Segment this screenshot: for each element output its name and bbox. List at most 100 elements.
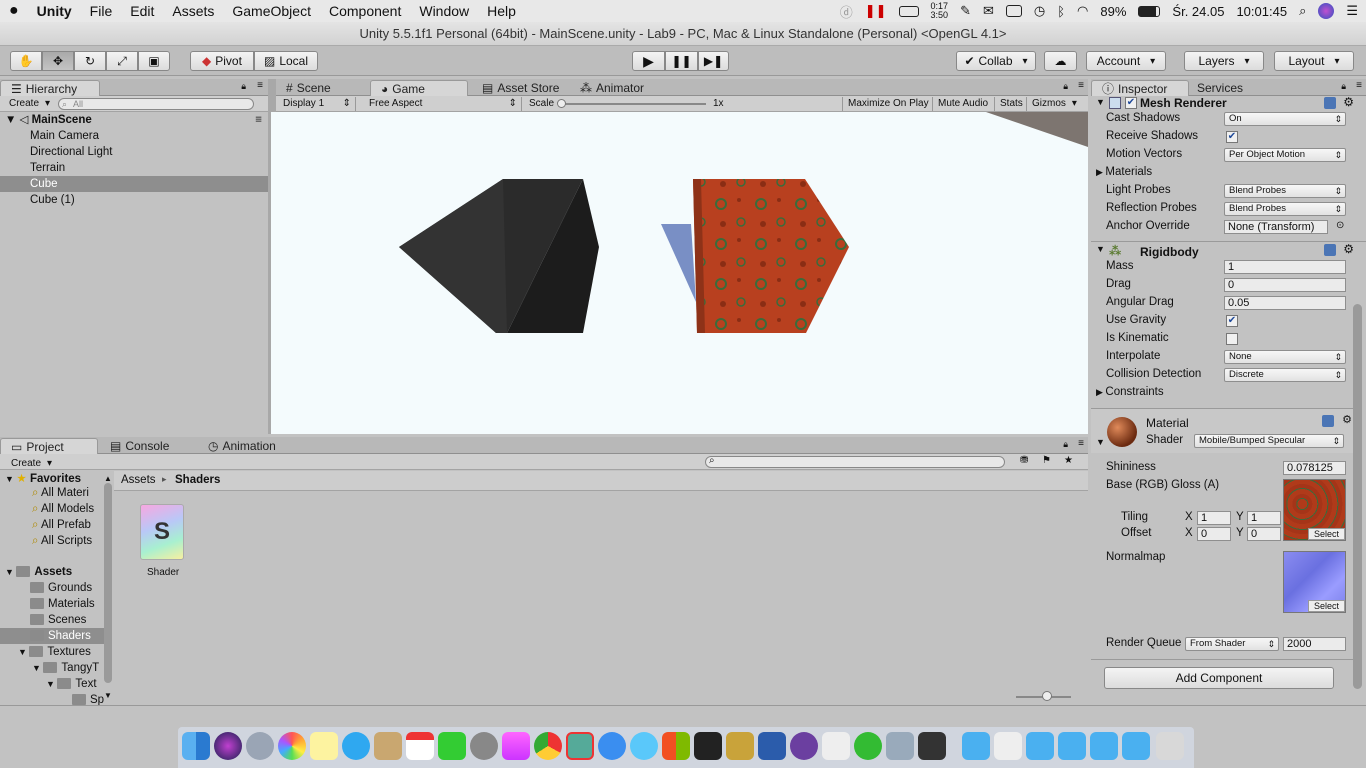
scene-root-row[interactable]: ▼ ◁ MainScene ≡ (0, 112, 268, 128)
folder-materials[interactable]: Materials (30, 596, 95, 612)
inspector-scrollbar[interactable] (1353, 304, 1362, 689)
offset-y-field[interactable]: 0 (1247, 527, 1281, 541)
angular-drag-field[interactable]: 0.05 (1224, 296, 1346, 310)
favorite-all-prefabs[interactable]: ⌕ All Prefab (32, 517, 91, 533)
expand-arrow-icon[interactable]: ▼ (5, 114, 16, 126)
github-icon[interactable] (790, 732, 818, 760)
applications-folder-icon[interactable] (962, 732, 990, 760)
filter-by-label-icon[interactable]: ⚑ (1042, 455, 1051, 466)
windows-icon[interactable] (662, 732, 690, 760)
status-brush-icon[interactable]: ✎ (960, 3, 971, 19)
project-create-dropdown[interactable]: Create (6, 457, 57, 471)
preview-icon[interactable] (886, 732, 914, 760)
app-store-icon[interactable] (598, 732, 626, 760)
hierarchy-item-main-camera[interactable]: Main Camera (30, 128, 99, 144)
local-toggle[interactable]: ▨ Local (254, 51, 318, 71)
interpolate-dropdown[interactable]: None (1224, 350, 1346, 364)
mesh-renderer-enabled-checkbox[interactable]: ✔ (1125, 97, 1137, 109)
light-probes-dropdown[interactable]: Blend Probes (1224, 184, 1346, 198)
launchpad-icon[interactable] (246, 732, 274, 760)
apple-menu-icon[interactable]: ● (0, 0, 28, 22)
system-preferences-icon[interactable] (470, 732, 498, 760)
terminal-icon[interactable] (694, 732, 722, 760)
favorites-star-icon[interactable]: ★ (1064, 455, 1073, 466)
downloads-folder-icon[interactable] (1122, 732, 1150, 760)
maximize-on-play-toggle[interactable]: Maximize On Play (842, 97, 934, 111)
tiling-y-field[interactable]: 1 (1247, 511, 1281, 525)
folder-icon[interactable] (1026, 732, 1054, 760)
spotlight-search-icon[interactable]: ⌕ (1299, 3, 1306, 19)
cloud-button[interactable]: ☁ (1044, 51, 1077, 71)
hand-tool-icon[interactable]: ✋ (10, 51, 42, 71)
favorite-all-scripts[interactable]: ⌕ All Scripts (32, 533, 92, 549)
siri-icon[interactable] (214, 732, 242, 760)
lock-icon[interactable]: 🔒︎ (1341, 81, 1346, 92)
menu-edit[interactable]: Edit (121, 0, 163, 22)
contacts-icon[interactable] (374, 732, 402, 760)
hierarchy-item-terrain[interactable]: Terrain (30, 160, 65, 176)
status-screen-icon[interactable] (1005, 5, 1022, 17)
documents-stack-icon[interactable] (994, 732, 1022, 760)
itunes-icon[interactable] (502, 732, 530, 760)
folder-grounds[interactable]: Grounds (30, 580, 92, 596)
collab-dropdown[interactable]: ✔ Collab (956, 51, 1036, 71)
stats-toggle[interactable]: Stats (994, 97, 1028, 111)
reflection-probes-dropdown[interactable]: Blend Probes (1224, 202, 1346, 216)
shininess-field[interactable]: 0.078125 (1283, 461, 1346, 475)
menu-window[interactable]: Window (410, 0, 478, 22)
status-timemachine-icon[interactable]: ◷ (1034, 3, 1045, 19)
gear-icon[interactable]: ⚙ (1343, 95, 1354, 109)
folder-tangyt[interactable]: ▼ TangyT (32, 660, 99, 676)
status-battery-small-icon[interactable] (898, 5, 919, 17)
finder-icon[interactable] (182, 732, 210, 760)
photos-icon[interactable] (278, 732, 306, 760)
scale-slider-thumb[interactable] (557, 99, 566, 108)
folder-text[interactable]: ▼ Text (46, 676, 97, 692)
mute-audio-toggle[interactable]: Mute Audio (932, 97, 993, 111)
scroll-down-icon[interactable]: ▼ (104, 691, 112, 700)
tab-services[interactable]: Services (1187, 80, 1253, 96)
project-search-field[interactable]: ⌕ (705, 455, 1005, 468)
use-gravity-checkbox[interactable]: ✔ (1226, 315, 1238, 327)
calendar-icon[interactable] (406, 732, 434, 760)
status-timer[interactable]: 0:17 3:50 (931, 2, 949, 20)
icon-size-slider-thumb[interactable] (1042, 691, 1052, 701)
pause-button[interactable]: ❚❚ (665, 51, 698, 71)
status-battery-icon[interactable] (1138, 5, 1161, 17)
favorite-all-models[interactable]: ⌕ All Models (32, 501, 94, 517)
gizmos-dropdown[interactable]: Gizmos (1026, 97, 1082, 111)
status-mail-icon[interactable]: ✉ (983, 3, 994, 19)
scale-slider[interactable] (560, 103, 706, 105)
pivot-toggle[interactable]: ◆ Pivot (190, 51, 254, 71)
tab-animation[interactable]: ◷ Animation (198, 438, 286, 454)
tab-animator[interactable]: ⁂ Animator (570, 80, 654, 96)
chrome-icon[interactable] (534, 732, 562, 760)
shader-asset[interactable]: S (140, 504, 186, 560)
document-icon[interactable] (822, 732, 850, 760)
mass-field[interactable]: 1 (1224, 260, 1346, 274)
receive-shadows-checkbox[interactable]: ✔ (1226, 131, 1238, 143)
panel-menu-icon[interactable]: ≡ (1078, 80, 1084, 91)
help-book-icon[interactable] (1322, 415, 1334, 427)
material-header[interactable]: ▼ Material Shader Mobile/Bumped Specular… (1091, 408, 1353, 453)
utorrent-icon[interactable] (854, 732, 882, 760)
base-texture-slot[interactable]: Select (1283, 479, 1346, 541)
facetime-icon[interactable] (438, 732, 466, 760)
add-component-button[interactable]: Add Component (1104, 667, 1334, 689)
offset-x-field[interactable]: 0 (1197, 527, 1231, 541)
move-tool-icon[interactable]: ✥ (42, 51, 74, 71)
help-book-icon[interactable] (1324, 244, 1336, 256)
gear-icon[interactable]: ⚙ (1343, 242, 1354, 256)
shader-asset-label[interactable]: Shader (147, 567, 179, 578)
display-dropdown[interactable]: Display 1 ⇕ (278, 97, 356, 111)
normalmap-select-button[interactable]: Select (1307, 600, 1345, 612)
folder-shaders[interactable]: Shaders (0, 628, 105, 644)
render-queue-field[interactable]: 2000 (1283, 637, 1346, 651)
hierarchy-search-field[interactable]: ⌕ All (58, 98, 254, 110)
tiling-x-field[interactable]: 1 (1197, 511, 1231, 525)
folder-icon[interactable] (1090, 732, 1118, 760)
assets-foldout[interactable]: ▼ Assets (5, 564, 72, 580)
collapse-arrow-icon[interactable]: ▼ (1096, 244, 1105, 254)
status-bluetooth-icon[interactable]: ᛒ (1057, 4, 1065, 19)
word-icon[interactable] (758, 732, 786, 760)
